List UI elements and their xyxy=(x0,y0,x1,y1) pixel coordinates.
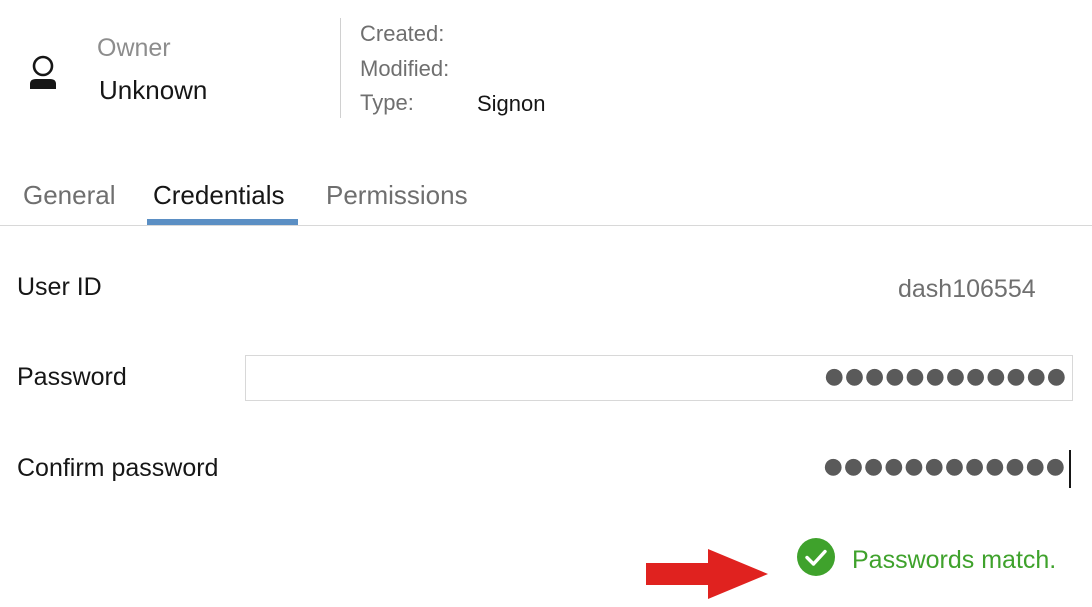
tab-bar: General Credentials Permissions xyxy=(0,168,1092,226)
header-divider xyxy=(340,18,341,118)
active-tab-indicator xyxy=(147,219,298,225)
type-label: Type: xyxy=(360,90,414,115)
owner-label: Owner xyxy=(97,34,171,62)
tab-general[interactable]: General xyxy=(23,180,116,211)
owner-value: Unknown xyxy=(99,75,208,105)
confirm-password-mask: ●●●●●●●●●●●● xyxy=(823,454,1066,479)
user-id-value: dash106554 xyxy=(898,275,1036,303)
tab-permissions[interactable]: Permissions xyxy=(326,180,468,211)
confirm-password-field[interactable]: ●●●●●●●●●●●● xyxy=(245,446,1073,492)
created-label: Created: xyxy=(360,21,445,46)
password-label: Password xyxy=(17,363,127,391)
red-arrow-icon xyxy=(646,549,768,599)
text-cursor xyxy=(1069,450,1071,488)
check-circle-icon xyxy=(797,538,835,576)
confirm-password-label: Confirm password xyxy=(17,454,219,482)
password-mask: ●●●●●●●●●●●● xyxy=(824,364,1067,389)
type-value: Signon xyxy=(477,91,546,116)
user-id-label: User ID xyxy=(17,273,102,301)
password-match-message: Passwords match. xyxy=(852,546,1057,574)
properties-header: Owner Unknown Created: Modified: Type: S… xyxy=(0,0,1092,140)
modified-label: Modified: xyxy=(360,56,450,81)
user-icon xyxy=(30,55,56,89)
tab-credentials[interactable]: Credentials xyxy=(153,180,285,211)
password-field[interactable]: ●●●●●●●●●●●● xyxy=(245,355,1073,401)
